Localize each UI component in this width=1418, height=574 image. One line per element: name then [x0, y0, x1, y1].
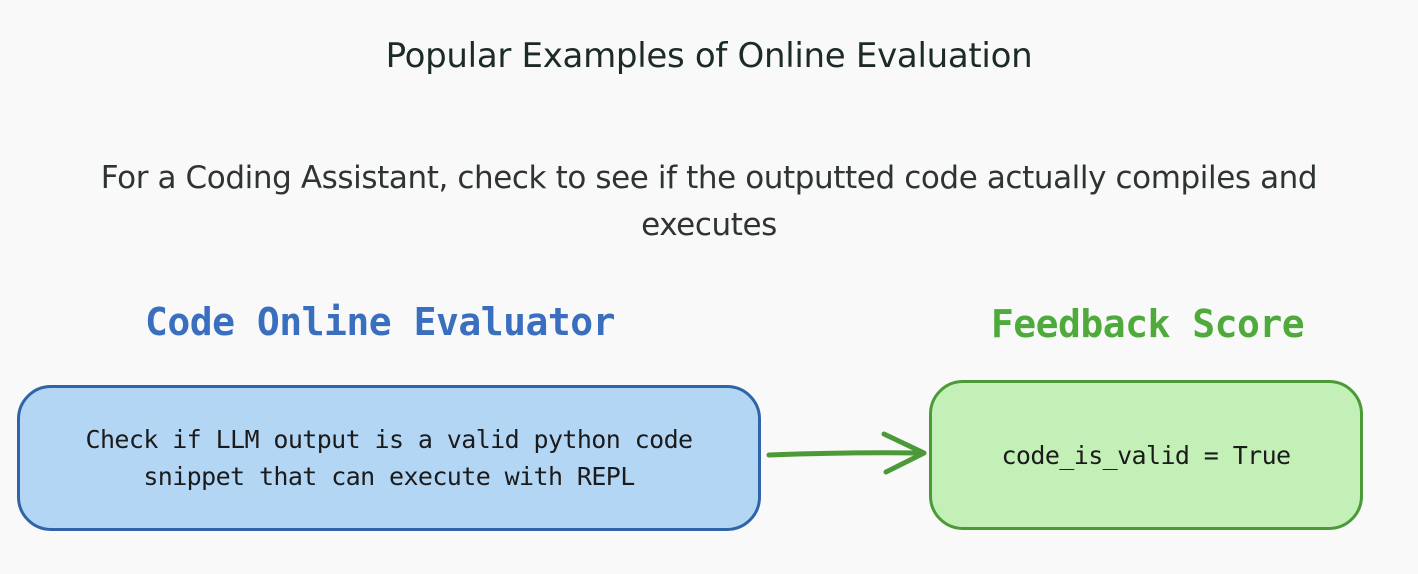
feedback-score-heading: Feedback Score — [990, 302, 1305, 346]
arrow-head-icon — [881, 431, 927, 475]
feedback-score-box: code_is_valid = True — [929, 380, 1363, 530]
code-online-evaluator-heading: Code Online Evaluator — [145, 300, 615, 344]
feedback-score-box-text: code_is_valid = True — [1001, 440, 1291, 470]
evaluator-box: Check if LLM output is a valid python co… — [17, 385, 761, 531]
evaluator-box-text: Check if LLM output is a valid python co… — [85, 425, 694, 491]
arrow-shaft — [766, 450, 926, 458]
slide-subtitle: For a Coding Assistant, check to see if … — [100, 160, 1318, 243]
slide-title: Popular Examples of Online Evaluation — [385, 36, 1033, 76]
